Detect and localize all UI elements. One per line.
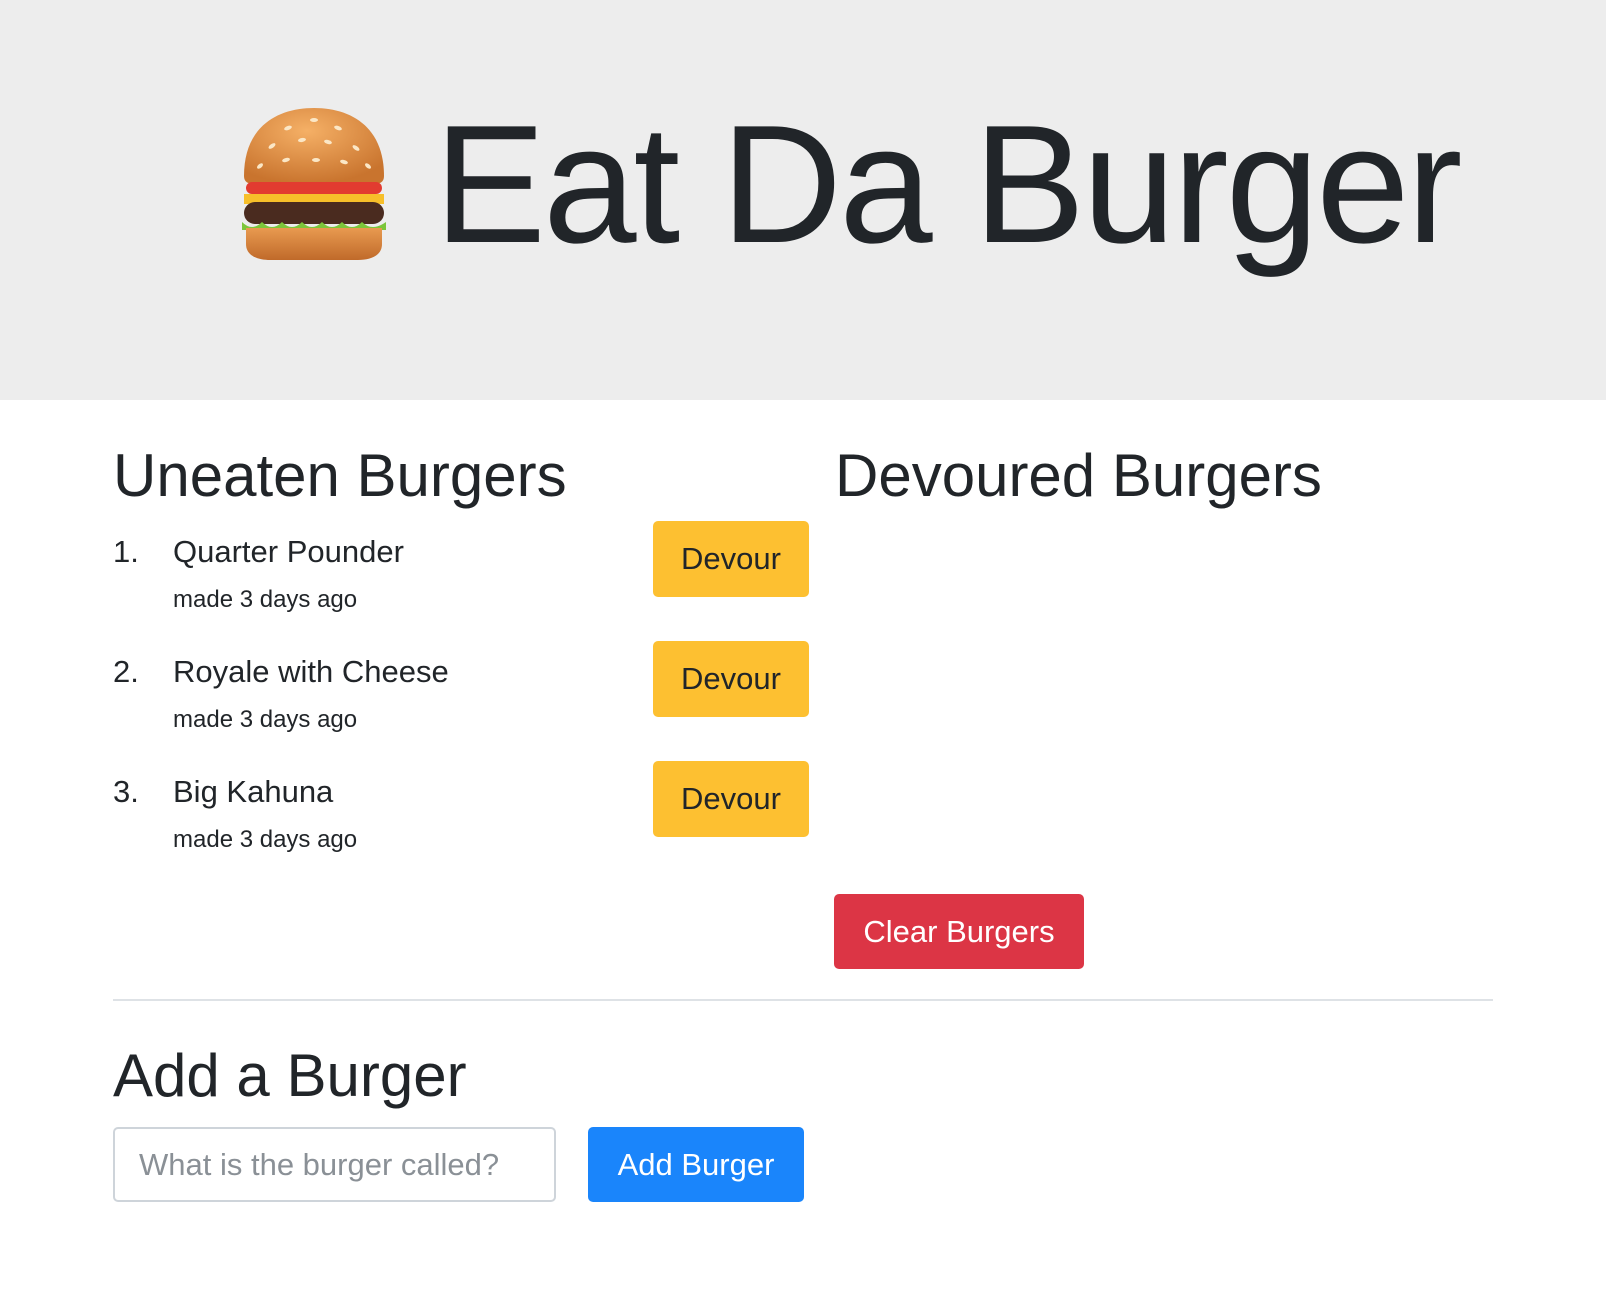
header-hero: Eat Da Burger [238,90,1463,278]
devour-button[interactable]: Devour [653,641,809,717]
header-jumbotron: Eat Da Burger [0,0,1606,400]
item-number: 2. [113,654,139,689]
clear-burgers-button[interactable]: Clear Burgers [834,894,1084,969]
devour-button[interactable]: Devour [653,761,809,837]
devoured-burgers-heading: Devoured Burgers [835,442,1322,509]
devour-button[interactable]: Devour [653,521,809,597]
burger-created-time: made 3 days ago [173,706,358,733]
burger-created-time: made 3 days ago [173,826,358,853]
burger-created-time: made 3 days ago [173,586,358,613]
list-item: 2. Royale with Cheese made 3 days ago De… [113,641,813,756]
burger-name: Quarter Pounder [173,534,404,569]
burger-name: Royale with Cheese [173,654,449,689]
burger-name: Big Kahuna [173,774,334,809]
add-burger-heading: Add a Burger [113,1042,467,1109]
add-burger-button[interactable]: Add Burger [588,1127,804,1202]
item-number: 1. [113,534,139,569]
item-number: 3. [113,774,139,809]
section-divider [113,999,1493,1001]
uneaten-burgers-heading: Uneaten Burgers [113,442,567,509]
burger-emoji-icon [242,108,386,260]
burger-name-input[interactable] [113,1127,556,1202]
list-item: 1. Quarter Pounder made 3 days ago Devou… [113,521,813,636]
list-item: 3. Big Kahuna made 3 days ago Devour [113,761,813,876]
page-title: Eat Da Burger [434,90,1463,278]
